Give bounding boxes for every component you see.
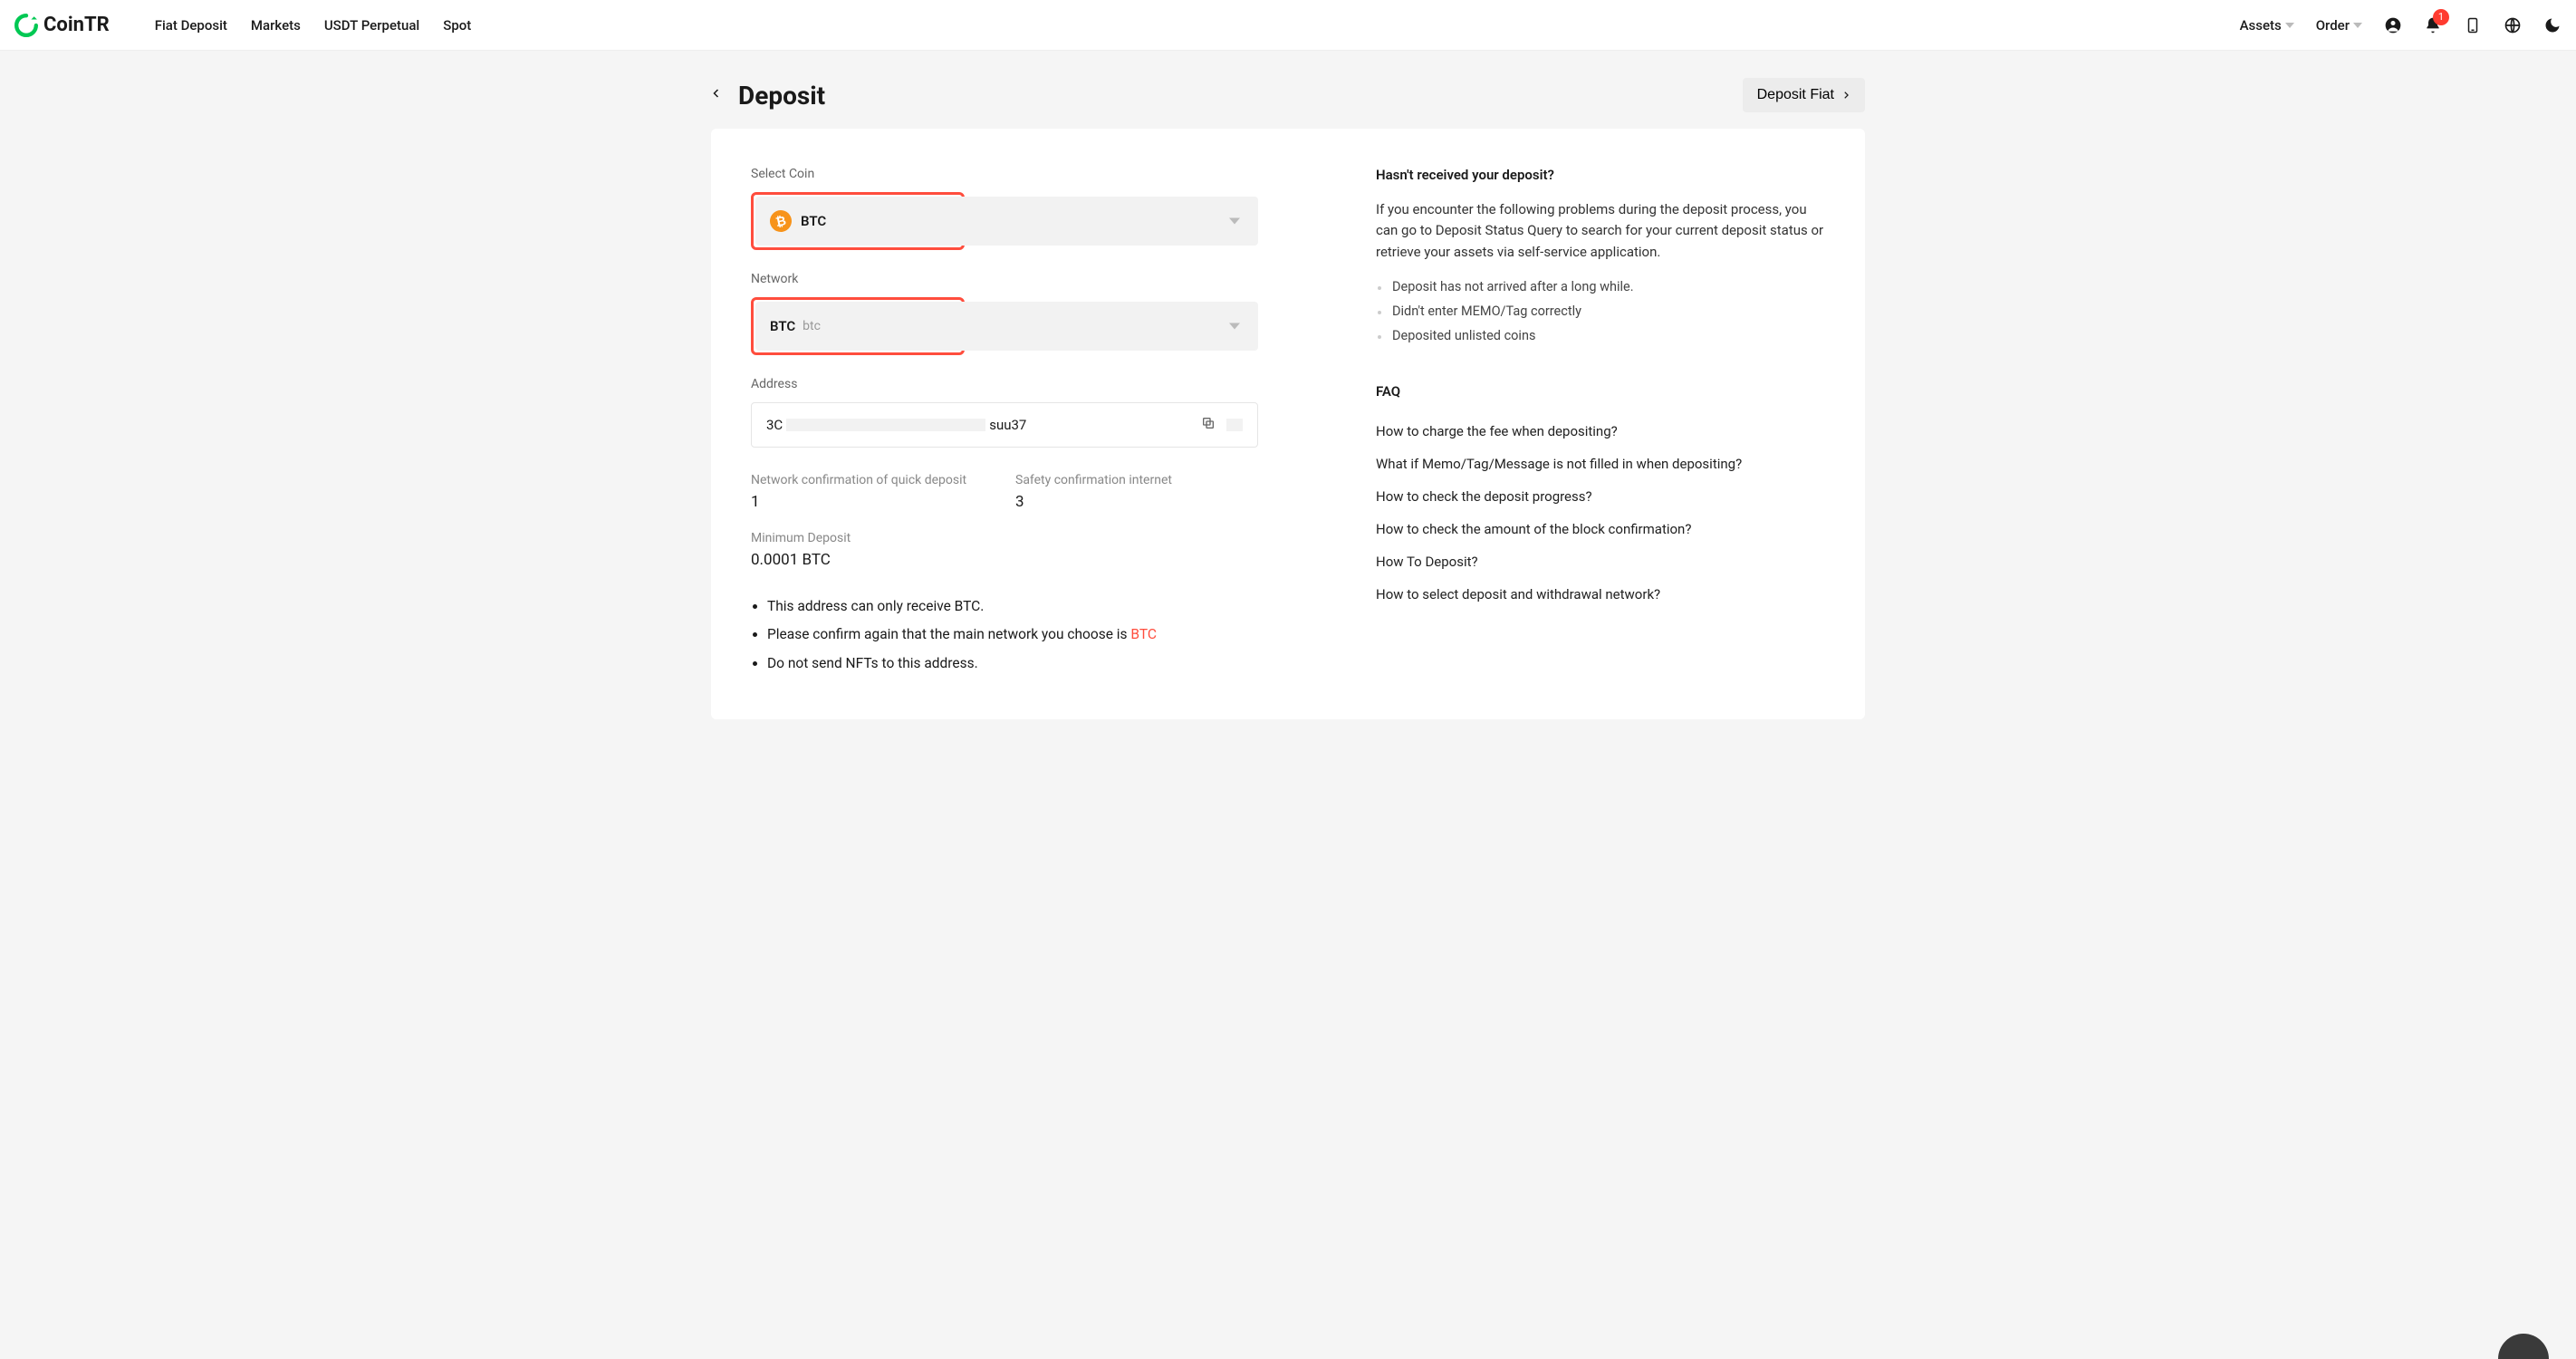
nav-spot[interactable]: Spot	[443, 17, 471, 34]
caret-down-icon	[1229, 218, 1240, 225]
faq-list: How to charge the fee when depositing? W…	[1376, 423, 1825, 602]
network-label: Network	[751, 272, 1258, 286]
coin-symbol: BTC	[801, 213, 826, 229]
assets-label: Assets	[2240, 17, 2282, 34]
help-panel: Hasn't received your deposit? If you enc…	[1376, 167, 1825, 681]
faq-item[interactable]: How to check the amount of the block con…	[1376, 521, 1825, 537]
nav-fiat-deposit[interactable]: Fiat Deposit	[155, 17, 227, 34]
nav-markets[interactable]: Markets	[251, 17, 301, 34]
note-item: Please confirm again that the main netwo…	[767, 624, 1258, 645]
quick-confirm-stat: Network confirmation of quick deposit 1	[751, 473, 994, 511]
back-button[interactable]	[711, 84, 722, 106]
network-select[interactable]: BTC btc	[755, 302, 1258, 351]
address-prefix: 3C	[766, 417, 783, 433]
network-select-highlight: BTC btc	[751, 297, 965, 355]
faq-item[interactable]: How to charge the fee when depositing?	[1376, 423, 1825, 439]
deposit-card: Select Coin ₿ BTC Network BTC btc Addres…	[711, 129, 1865, 719]
min-deposit-stat: Minimum Deposit 0.0001 BTC	[751, 531, 1258, 569]
account-icon[interactable]	[2384, 16, 2402, 34]
help-bullets: Deposit has not arrived after a long whi…	[1376, 279, 1825, 343]
coin-select[interactable]: ₿ BTC	[755, 197, 1258, 246]
order-label: Order	[2316, 17, 2350, 34]
coin-select-highlight: ₿ BTC	[751, 192, 965, 250]
chevron-right-icon	[1841, 89, 1850, 101]
page-title: Deposit	[738, 81, 825, 111]
page-title-row: Deposit Deposit Fiat	[711, 72, 1865, 129]
safety-confirm-stat: Safety confirmation internet 3	[1015, 473, 1258, 511]
network-sub: btc	[803, 319, 821, 333]
support-fab[interactable]	[2498, 1334, 2549, 1359]
header-right: Assets Order 1	[2240, 16, 2562, 34]
theme-toggle-icon[interactable]	[2543, 16, 2562, 34]
address-masked	[786, 419, 985, 431]
caret-down-icon	[1229, 323, 1240, 330]
help-text: If you encounter the following problems …	[1376, 199, 1825, 263]
main-nav: Fiat Deposit Markets USDT Perpetual Spot	[155, 17, 472, 34]
assets-menu[interactable]: Assets	[2240, 17, 2294, 34]
top-header: CoinTR Fiat Deposit Markets USDT Perpetu…	[0, 0, 2576, 51]
faq-item[interactable]: How to check the deposit progress?	[1376, 488, 1825, 505]
help-heading: Hasn't received your deposit?	[1376, 167, 1825, 183]
notification-badge: 1	[2433, 9, 2449, 25]
caret-down-icon	[2353, 23, 2362, 28]
bitcoin-icon: ₿	[768, 208, 793, 234]
note-highlight: BTC	[1130, 626, 1157, 642]
mobile-icon[interactable]	[2464, 16, 2482, 34]
globe-icon[interactable]	[2504, 16, 2522, 34]
quick-confirm-label: Network confirmation of quick deposit	[751, 473, 994, 487]
faq-item[interactable]: How To Deposit?	[1376, 554, 1825, 570]
qr-icon[interactable]	[1226, 419, 1243, 431]
deposit-address: 3C suu37	[751, 402, 1258, 448]
faq-item[interactable]: How to select deposit and withdrawal net…	[1376, 586, 1825, 602]
note-prefix: Please confirm again that the main netwo…	[767, 626, 1130, 642]
help-bullet: Deposited unlisted coins	[1376, 328, 1825, 343]
confirmation-stats: Network confirmation of quick deposit 1 …	[751, 473, 1258, 511]
logo-icon	[14, 14, 38, 37]
note-item: Do not send NFTs to this address.	[767, 653, 1258, 674]
select-coin-label: Select Coin	[751, 167, 1258, 181]
deposit-fiat-label: Deposit Fiat	[1757, 87, 1834, 103]
deposit-fiat-button[interactable]: Deposit Fiat	[1743, 78, 1865, 112]
safety-confirm-value: 3	[1015, 493, 1258, 511]
min-deposit-value: 0.0001 BTC	[751, 551, 1258, 569]
safety-confirm-label: Safety confirmation internet	[1015, 473, 1258, 487]
faq-item[interactable]: What if Memo/Tag/Message is not filled i…	[1376, 456, 1825, 472]
deposit-form: Select Coin ₿ BTC Network BTC btc Addres…	[751, 167, 1258, 681]
help-bullet: Deposit has not arrived after a long whi…	[1376, 279, 1825, 294]
faq-heading: FAQ	[1376, 383, 1825, 400]
min-deposit-label: Minimum Deposit	[751, 531, 1258, 545]
caret-down-icon	[2285, 23, 2294, 28]
brand-name: CoinTR	[43, 14, 110, 36]
note-item: This address can only receive BTC.	[767, 596, 1258, 617]
nav-usdt-perpetual[interactable]: USDT Perpetual	[324, 17, 419, 34]
deposit-notes: This address can only receive BTC. Pleas…	[751, 596, 1258, 674]
quick-confirm-value: 1	[751, 493, 994, 511]
address-suffix: suu37	[989, 417, 1026, 433]
copy-icon[interactable]	[1201, 416, 1216, 434]
order-menu[interactable]: Order	[2316, 17, 2362, 34]
brand-logo[interactable]: CoinTR	[14, 14, 110, 37]
help-bullet: Didn't enter MEMO/Tag correctly	[1376, 304, 1825, 319]
notifications-icon[interactable]: 1	[2424, 16, 2442, 34]
network-symbol: BTC	[770, 318, 795, 334]
address-label: Address	[751, 377, 1258, 391]
